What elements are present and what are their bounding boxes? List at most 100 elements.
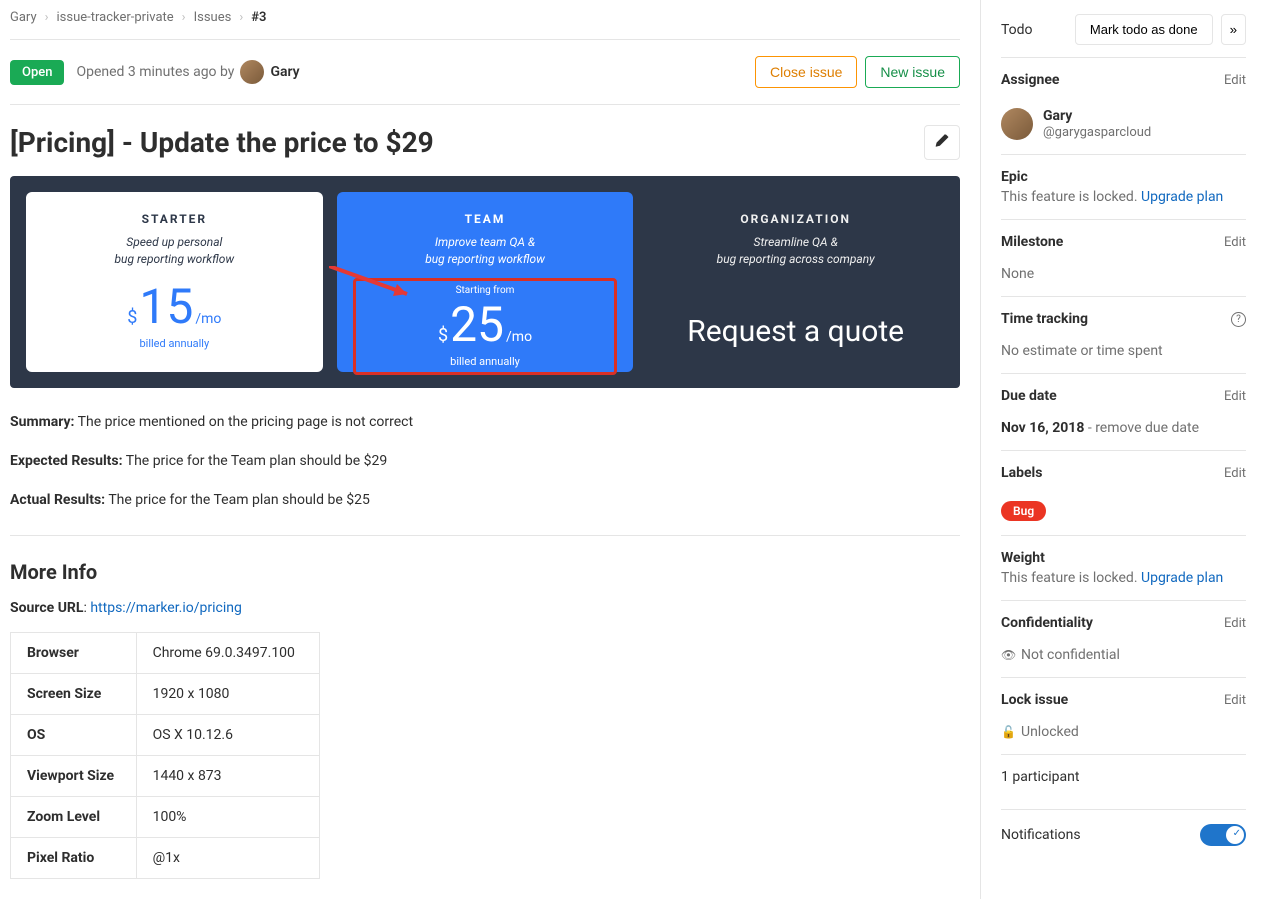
plan-desc-line: Improve team QA & bbox=[353, 234, 618, 251]
labels-title: Labels bbox=[1001, 465, 1042, 481]
check-icon: ✓ bbox=[1233, 828, 1241, 839]
avatar[interactable] bbox=[1001, 108, 1033, 140]
epic-locked-text: This feature is locked. bbox=[1001, 189, 1138, 205]
assignee-title: Assignee bbox=[1001, 72, 1059, 88]
upgrade-plan-link[interactable]: Upgrade plan bbox=[1141, 189, 1223, 205]
plan-desc-line: bug reporting across company bbox=[663, 251, 928, 268]
expected-label: Expected Results: bbox=[10, 453, 123, 469]
help-icon[interactable]: ? bbox=[1231, 312, 1246, 327]
amount: 25 bbox=[450, 296, 504, 353]
issue-header: Open Opened 3 minutes ago by Gary Close … bbox=[10, 40, 960, 105]
expected-text: The price for the Team plan should be $2… bbox=[126, 453, 388, 469]
close-issue-button[interactable]: Close issue bbox=[755, 56, 857, 88]
new-issue-button[interactable]: New issue bbox=[865, 56, 960, 88]
main-content: Gary › issue-tracker-private › Issues › … bbox=[0, 0, 980, 899]
info-table: BrowserChrome 69.0.3497.100Screen Size19… bbox=[10, 632, 320, 879]
table-row: Pixel Ratio@1x bbox=[11, 838, 320, 879]
request-quote: Request a quote bbox=[663, 314, 928, 349]
table-row: BrowserChrome 69.0.3497.100 bbox=[11, 633, 320, 674]
issue-header-left: Open Opened 3 minutes ago by Gary bbox=[10, 60, 300, 85]
period: /mo bbox=[195, 311, 221, 327]
opened-text: Opened 3 minutes ago by bbox=[76, 64, 234, 80]
assignee-handle: @garygasparcloud bbox=[1043, 125, 1151, 140]
avatar[interactable] bbox=[240, 60, 264, 84]
billed-label: billed annually bbox=[42, 337, 307, 350]
info-key: Viewport Size bbox=[11, 756, 137, 797]
table-row: Zoom Level100% bbox=[11, 797, 320, 838]
lock-title: Lock issue bbox=[1001, 692, 1068, 708]
source-url-label: Source URL bbox=[10, 600, 83, 616]
plan-price: $ 15 /mo bbox=[42, 278, 307, 335]
annotation-highlight-box: Starting from $ 25 /mo billed annually bbox=[353, 278, 618, 375]
sidebar-confidentiality: Confidentiality Edit 👁Not confidential bbox=[1001, 600, 1246, 677]
sidebar-epic: Epic This feature is locked. Upgrade pla… bbox=[1001, 154, 1246, 219]
plan-name: ORGANIZATION bbox=[663, 212, 928, 226]
eye-icon: 👁 bbox=[1001, 648, 1015, 662]
confidentiality-value: Not confidential bbox=[1021, 647, 1120, 663]
breadcrumb-separator: › bbox=[45, 10, 49, 25]
breadcrumb-section[interactable]: Issues bbox=[194, 10, 232, 25]
time-tracking-title: Time tracking bbox=[1001, 311, 1088, 327]
labels-edit[interactable]: Edit bbox=[1224, 466, 1246, 481]
author-name[interactable]: Gary bbox=[270, 64, 299, 80]
info-key: Pixel Ratio bbox=[11, 838, 137, 879]
issue-title: [Pricing] - Update the price to $29 bbox=[10, 126, 434, 159]
summary-label: Summary: bbox=[10, 414, 74, 430]
breadcrumb: Gary › issue-tracker-private › Issues › … bbox=[10, 10, 960, 40]
milestone-value: None bbox=[1001, 266, 1246, 282]
upgrade-plan-link[interactable]: Upgrade plan bbox=[1141, 570, 1223, 586]
plan-desc: Streamline QA & bug reporting across com… bbox=[663, 234, 928, 268]
info-value: OS X 10.12.6 bbox=[136, 715, 319, 756]
epic-title: Epic bbox=[1001, 169, 1246, 185]
assignee-name[interactable]: Gary bbox=[1043, 108, 1151, 125]
remove-due-date[interactable]: - remove due date bbox=[1084, 420, 1199, 436]
sidebar-due-date: Due date Edit Nov 16, 2018 - remove due … bbox=[1001, 373, 1246, 450]
plan-desc-line: bug reporting workflow bbox=[353, 251, 618, 268]
milestone-title: Milestone bbox=[1001, 234, 1063, 250]
plan-desc-line: bug reporting workflow bbox=[42, 251, 307, 268]
currency: $ bbox=[438, 325, 448, 346]
mark-todo-done-button[interactable]: Mark todo as done bbox=[1075, 14, 1213, 45]
actual-label: Actual Results: bbox=[10, 492, 105, 508]
assignee-edit[interactable]: Edit bbox=[1224, 73, 1246, 88]
source-url-link[interactable]: https://marker.io/pricing bbox=[90, 600, 241, 616]
time-tracking-value: No estimate or time spent bbox=[1001, 343, 1246, 359]
breadcrumb-user[interactable]: Gary bbox=[10, 10, 37, 25]
info-value: @1x bbox=[136, 838, 319, 879]
notifications-toggle[interactable]: ✓ bbox=[1200, 824, 1246, 846]
participants-title: 1 participant bbox=[1001, 769, 1246, 785]
issue-sidebar: Todo Mark todo as done » Assignee Edit G… bbox=[980, 0, 1266, 899]
amount: 15 bbox=[139, 278, 193, 335]
info-value: 1920 x 1080 bbox=[136, 674, 319, 715]
collapse-sidebar-button[interactable]: » bbox=[1221, 14, 1246, 45]
lock-value: Unlocked bbox=[1021, 724, 1079, 740]
sidebar-lock: Lock issue Edit 🔓Unlocked bbox=[1001, 677, 1246, 754]
title-row: [Pricing] - Update the price to $29 bbox=[10, 105, 960, 176]
issue-header-actions: Close issue New issue bbox=[755, 56, 960, 88]
info-value: 100% bbox=[136, 797, 319, 838]
pencil-icon bbox=[935, 134, 949, 148]
due-date-value: Nov 16, 2018 bbox=[1001, 420, 1084, 436]
weight-locked-text: This feature is locked. bbox=[1001, 570, 1138, 586]
breadcrumb-project[interactable]: issue-tracker-private bbox=[57, 10, 174, 25]
sidebar-weight: Weight This feature is locked. Upgrade p… bbox=[1001, 535, 1246, 600]
chevron-right-icon: » bbox=[1230, 22, 1237, 37]
plan-organization: ORGANIZATION Streamline QA & bug reporti… bbox=[647, 192, 944, 372]
label-chip-bug[interactable]: Bug bbox=[1001, 501, 1046, 521]
actual-text: The price for the Team plan should be $2… bbox=[108, 492, 370, 508]
billed-label: billed annually bbox=[366, 355, 605, 368]
currency: $ bbox=[127, 307, 137, 328]
due-date-edit[interactable]: Edit bbox=[1224, 389, 1246, 404]
table-row: Screen Size1920 x 1080 bbox=[11, 674, 320, 715]
lock-edit[interactable]: Edit bbox=[1224, 693, 1246, 708]
confidentiality-edit[interactable]: Edit bbox=[1224, 616, 1246, 631]
info-value: 1440 x 873 bbox=[136, 756, 319, 797]
milestone-edit[interactable]: Edit bbox=[1224, 235, 1246, 250]
sidebar-time-tracking: Time tracking ? No estimate or time spen… bbox=[1001, 296, 1246, 373]
opened-by: Opened 3 minutes ago by Gary bbox=[76, 60, 299, 84]
edit-title-button[interactable] bbox=[924, 125, 960, 160]
plan-team: TEAM Improve team QA & bug reporting wor… bbox=[337, 192, 634, 372]
info-value: Chrome 69.0.3497.100 bbox=[136, 633, 319, 674]
status-badge: Open bbox=[10, 60, 64, 85]
plan-desc-line: Streamline QA & bbox=[663, 234, 928, 251]
